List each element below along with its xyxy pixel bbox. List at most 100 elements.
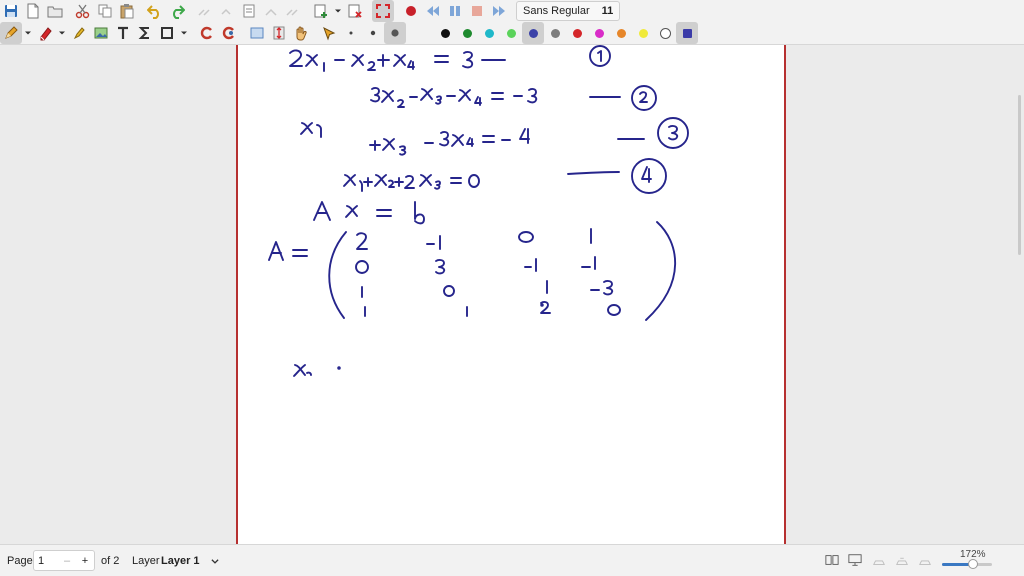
tools-toolbar	[0, 22, 1024, 45]
color-swatch-icon	[594, 28, 604, 38]
vertical-space-icon[interactable]	[268, 22, 290, 44]
layer-select-value: Layer 1	[161, 554, 200, 567]
goto-page-icon[interactable]	[238, 0, 260, 22]
color-swatch-button[interactable]	[588, 22, 610, 44]
ruler-snap-icon[interactable]	[196, 22, 218, 44]
handwritten-ink-layer	[268, 45, 689, 377]
seek-forward-icon[interactable]	[488, 0, 510, 22]
goto-last-page-icon[interactable]	[282, 0, 304, 22]
color-swatch-icon	[616, 28, 626, 38]
pen-fine-icon[interactable]	[340, 22, 362, 44]
color-swatch-button[interactable]	[544, 22, 566, 44]
new-page-icon[interactable]	[310, 0, 332, 22]
page-decrement-button[interactable]: –	[58, 555, 76, 567]
equation-3	[300, 117, 689, 156]
font-selector-button[interactable]: Sans Regular 11	[516, 1, 621, 21]
pen-fill-icon[interactable]	[406, 22, 428, 44]
pen-tool-icon[interactable]	[0, 22, 22, 44]
color-swatch-button[interactable]	[500, 22, 522, 44]
color-swatch-button[interactable]	[676, 22, 698, 44]
color-swatch-icon	[506, 28, 516, 38]
color-swatch-icon	[462, 28, 472, 38]
zoom-slider-handle[interactable]	[968, 559, 978, 569]
undo-icon[interactable]	[144, 0, 166, 22]
paste-icon[interactable]	[116, 0, 138, 22]
delete-page-icon[interactable]	[344, 0, 366, 22]
zoom-in-icon[interactable]	[918, 553, 932, 567]
color-swatch-icon	[484, 28, 494, 38]
color-swatch-icon	[440, 28, 450, 38]
cut-icon[interactable]	[72, 0, 94, 22]
text-tool-icon[interactable]	[112, 22, 134, 44]
new-document-icon[interactable]	[22, 0, 44, 22]
copy-icon[interactable]	[94, 0, 116, 22]
partial-x-note	[293, 364, 341, 377]
goto-first-page-icon[interactable]	[194, 0, 216, 22]
color-swatch-button[interactable]	[566, 22, 588, 44]
font-name: Sans Regular	[523, 5, 590, 17]
zoom-fit-icon[interactable]	[895, 553, 909, 567]
color-swatch-icon	[659, 27, 671, 39]
document-page[interactable]	[236, 45, 786, 544]
stop-icon[interactable]	[466, 0, 488, 22]
font-size: 11	[601, 5, 614, 17]
goto-previous-page-icon[interactable]	[216, 0, 238, 22]
select-object-icon[interactable]	[318, 22, 340, 44]
color-swatch-icon	[528, 28, 538, 38]
pen-thick-icon[interactable]	[384, 22, 406, 44]
canvas-area[interactable]	[0, 45, 1024, 544]
chevron-down-icon	[210, 558, 219, 564]
seek-back-icon[interactable]	[422, 0, 444, 22]
color-swatch-button[interactable]	[610, 22, 632, 44]
save-icon[interactable]	[0, 0, 22, 22]
page-number-input[interactable]: 1	[34, 555, 58, 567]
vertical-scrollbar[interactable]	[1018, 95, 1021, 255]
matrix-equation-ax-b	[313, 201, 425, 225]
eraser-tool-icon[interactable]	[34, 22, 56, 44]
highlighter-tool-icon[interactable]	[68, 22, 90, 44]
layer-label: Layer	[132, 554, 160, 567]
color-swatch-button[interactable]	[434, 22, 456, 44]
pause-icon[interactable]	[444, 0, 466, 22]
page-increment-button[interactable]: +	[76, 555, 94, 567]
color-swatch-icon	[638, 28, 648, 38]
page-count-label: of 2	[101, 554, 120, 567]
equation-4	[343, 158, 667, 194]
zoom-slider[interactable]	[942, 559, 992, 569]
page-number-stepper[interactable]: 1 – +	[33, 550, 95, 571]
color-swatch-icon	[682, 28, 692, 38]
matrix-a	[268, 221, 677, 321]
select-rectangle-icon[interactable]	[246, 22, 268, 44]
equation-2	[370, 85, 657, 111]
paired-pages-icon[interactable]	[825, 553, 839, 567]
shape-dropdown-icon[interactable]	[178, 22, 190, 44]
eraser-dropdown-icon[interactable]	[56, 22, 68, 44]
color-swatch-button[interactable]	[456, 22, 478, 44]
presentation-mode-icon[interactable]	[848, 553, 862, 567]
color-palette	[434, 22, 698, 44]
color-swatch-button[interactable]	[478, 22, 500, 44]
zoom-out-icon[interactable]	[872, 553, 886, 567]
hand-tool-icon[interactable]	[290, 22, 312, 44]
layer-select[interactable]: Layer 1	[161, 545, 220, 576]
pen-dropdown-icon[interactable]	[22, 22, 34, 44]
redo-icon[interactable]	[166, 0, 188, 22]
color-swatch-button[interactable]	[522, 22, 544, 44]
color-swatch-button[interactable]	[654, 22, 676, 44]
grid-snap-icon[interactable]	[218, 22, 240, 44]
shape-tool-icon[interactable]	[156, 22, 178, 44]
pen-medium-icon[interactable]	[362, 22, 384, 44]
color-swatch-icon	[572, 28, 582, 38]
main-toolbar: Sans Regular 11	[0, 0, 1024, 22]
color-swatch-icon	[550, 28, 560, 38]
open-folder-icon[interactable]	[44, 0, 66, 22]
math-tool-icon[interactable]	[134, 22, 156, 44]
color-swatch-button[interactable]	[632, 22, 654, 44]
record-icon[interactable]	[400, 0, 422, 22]
new-page-dropdown-icon[interactable]	[332, 0, 344, 22]
fullscreen-icon[interactable]	[372, 0, 394, 22]
page-label: Page	[7, 554, 33, 567]
image-tool-icon[interactable]	[90, 22, 112, 44]
goto-next-page-icon[interactable]	[260, 0, 282, 22]
status-bar: Page 1 – + of 2 Layer Layer 1 172%	[0, 544, 1024, 576]
